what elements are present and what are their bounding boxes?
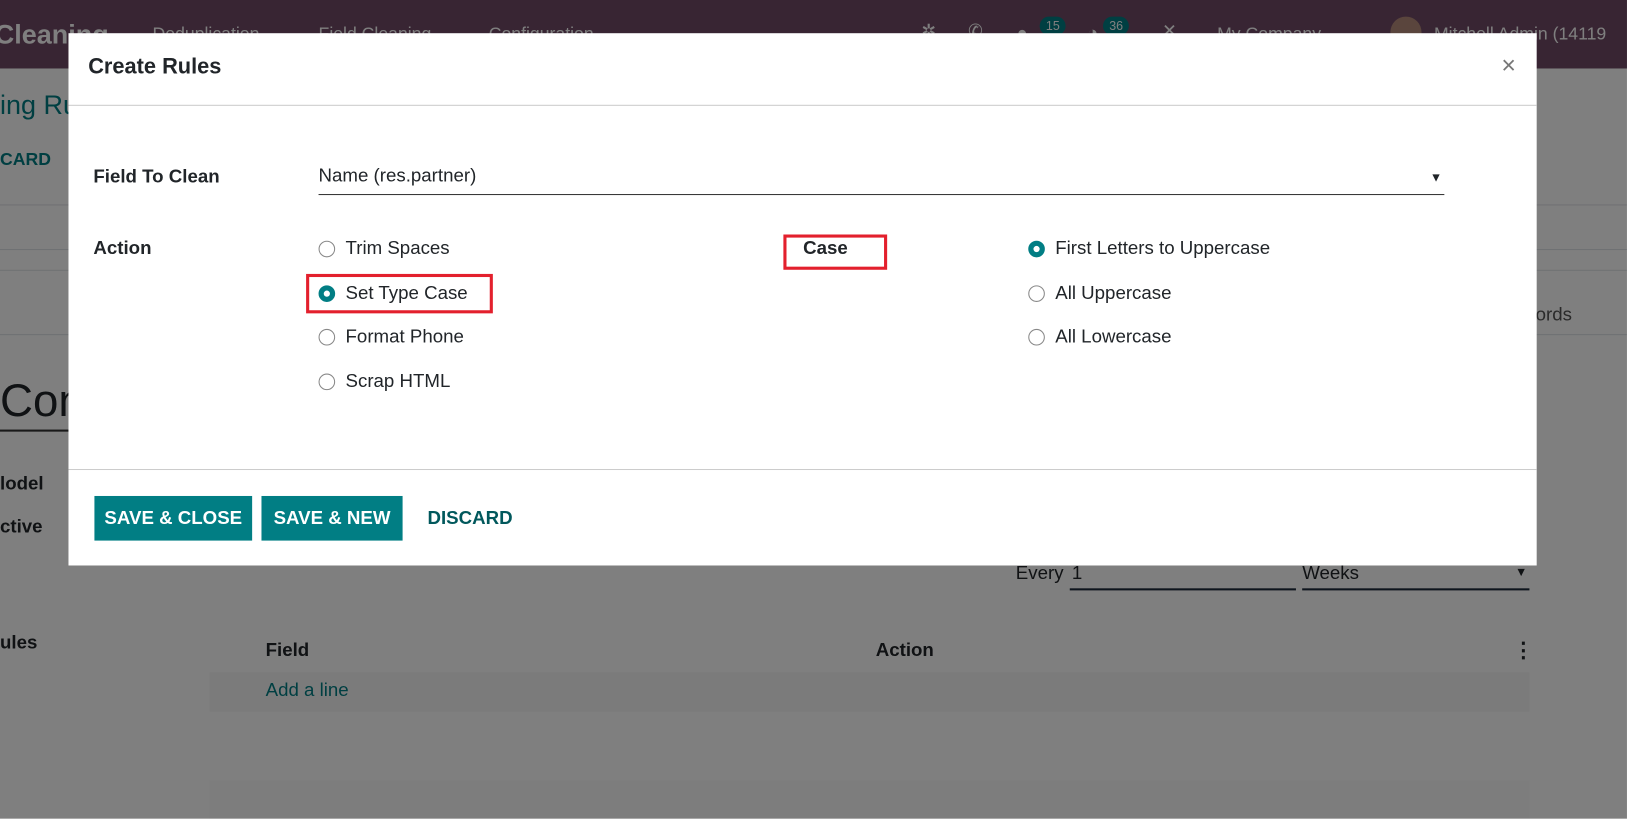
footer-divider [68,468,1537,471]
action-label: Action [93,237,152,259]
chevron-down-icon: ▼ [1429,170,1443,185]
field-to-clean-select[interactable]: Name (res.partner) ▼ [318,164,1445,196]
radio-icon[interactable] [318,328,336,346]
field-to-clean-value: Name (res.partner) [318,164,477,186]
radio-first-letters-uppercase[interactable]: First Letters to Uppercase [1028,238,1270,260]
dialog-title: Create Rules [88,54,222,79]
header-divider [68,104,1537,106]
radio-label: All Lowercase [1055,325,1172,347]
radio-all-uppercase[interactable]: All Uppercase [1028,282,1172,304]
create-rules-dialog: Create Rules × Field To Clean Name (res.… [68,33,1537,566]
radio-scrap-html[interactable]: Scrap HTML [318,370,451,392]
radio-label: Format Phone [345,325,464,347]
highlight-box [783,234,888,270]
discard-button[interactable]: DISCARD [427,496,512,541]
radio-trim-spaces[interactable]: Trim Spaces [318,237,450,260]
radio-label: First Letters to Uppercase [1055,237,1271,259]
radio-label: Trim Spaces [345,237,450,259]
field-to-clean-label: Field To Clean [93,166,220,187]
close-icon[interactable]: × [1501,52,1516,81]
radio-all-lowercase[interactable]: All Lowercase [1028,325,1172,348]
radio-label: All Uppercase [1055,282,1172,303]
radio-label: Scrap HTML [345,370,451,392]
radio-format-phone[interactable]: Format Phone [318,325,464,348]
highlight-box [306,273,493,314]
radio-checked-icon[interactable] [1028,240,1045,257]
radio-icon[interactable] [318,373,336,390]
radio-icon[interactable] [318,240,336,257]
save-close-button[interactable]: SAVE & CLOSE [94,495,253,541]
radio-icon[interactable] [1028,284,1045,302]
save-new-button[interactable]: SAVE & NEW [261,495,403,541]
radio-icon[interactable] [1028,328,1045,346]
